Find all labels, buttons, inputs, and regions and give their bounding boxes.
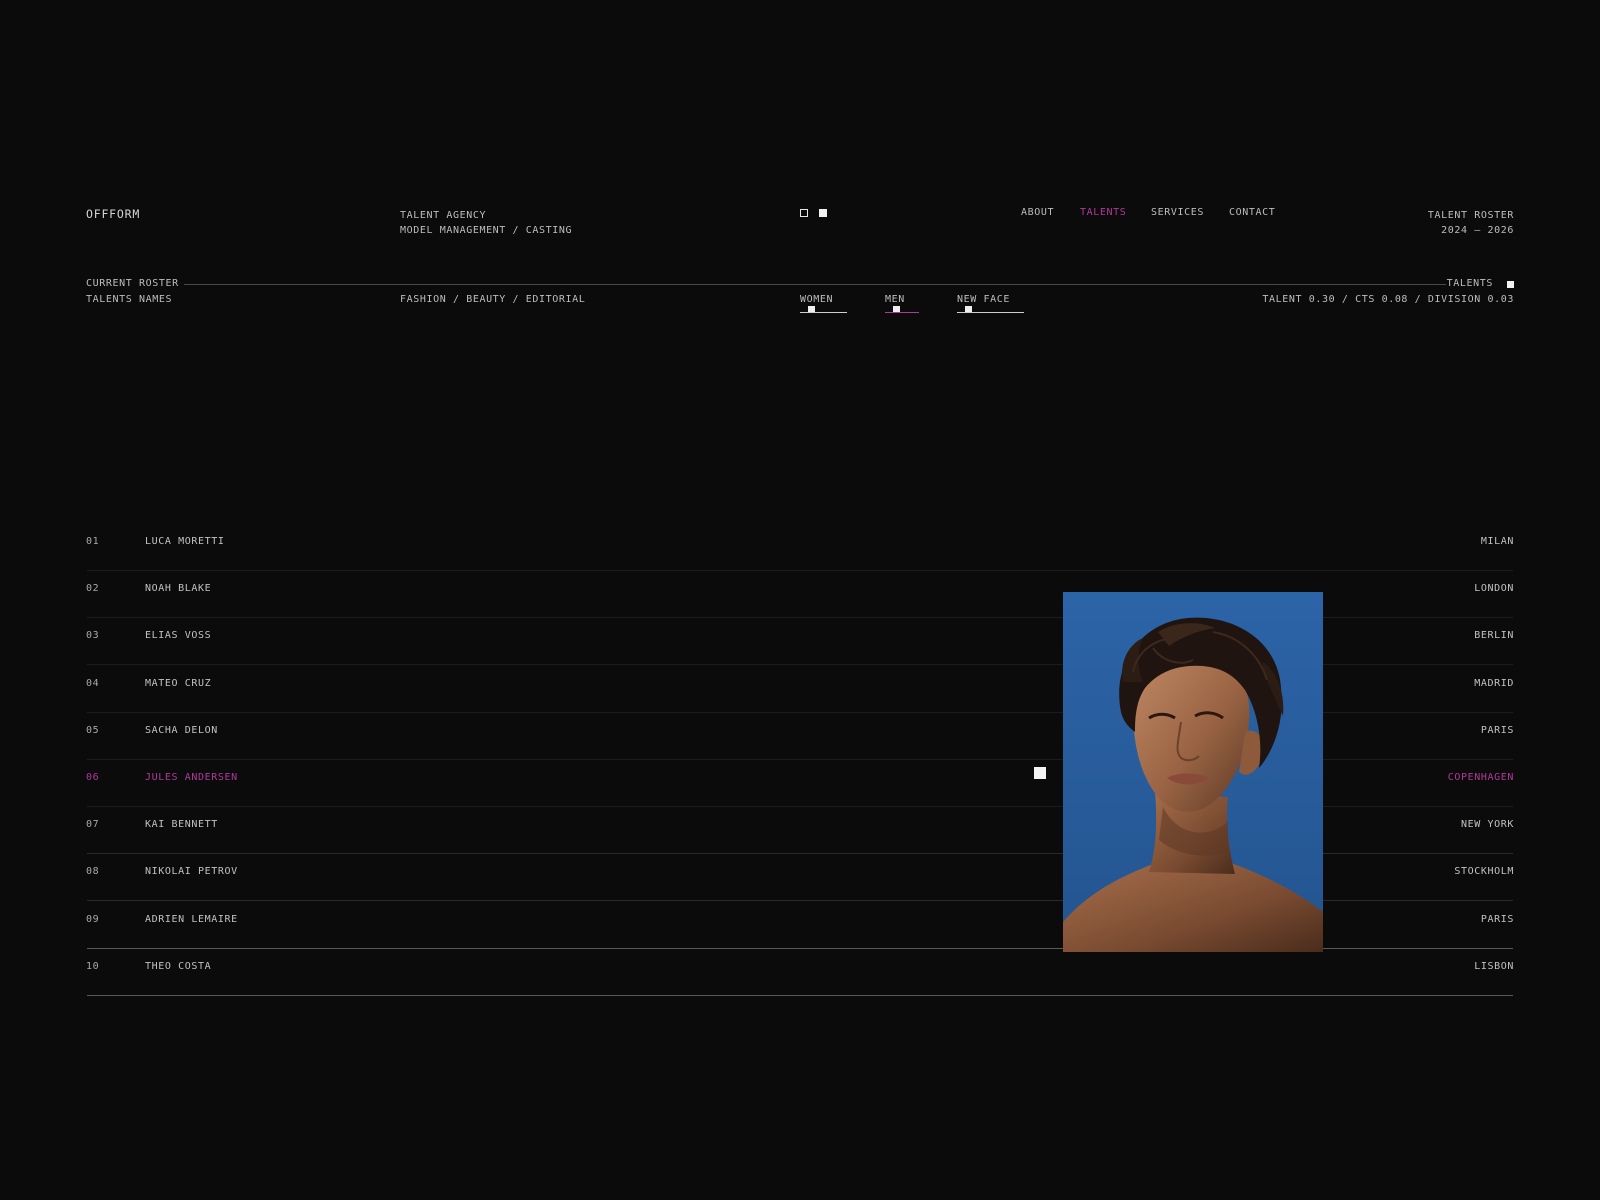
talent-number: 08 (86, 866, 100, 877)
talent-number: 07 (86, 819, 100, 830)
talent-number: 04 (86, 678, 100, 689)
talent-number: 06 (86, 772, 100, 783)
filter-men[interactable]: MEN (885, 294, 919, 314)
talents-tag: TALENTS (1446, 278, 1493, 289)
talent-city: NEW YORK (1461, 819, 1514, 830)
talent-number: 10 (86, 961, 100, 972)
talent-row[interactable]: 01 LUCA MORETTI MILAN (86, 524, 1514, 571)
talent-name: LUCA MORETTI (145, 536, 225, 547)
filter-new-face[interactable]: NEW FACE (957, 294, 1024, 314)
talent-name: NIKOLAI PETROV (145, 866, 238, 877)
nav-about[interactable]: ABOUT (1021, 207, 1054, 218)
talent-city: MILAN (1480, 536, 1514, 547)
filter-new-face-underline (957, 312, 1024, 313)
agency-line-1: TALENT AGENCY (400, 210, 487, 221)
filter-new-face-label: NEW FACE (957, 294, 1010, 305)
talent-city: LISBON (1474, 961, 1514, 972)
roster-title: TALENT ROSTER (1427, 210, 1514, 221)
roster-stats: TALENT 0.30 / CTS 0.08 / DIVISION 0.03 (1262, 294, 1514, 305)
talent-name: NOAH BLAKE (145, 583, 212, 594)
filter-women[interactable]: WOMEN (800, 294, 847, 314)
roster-years: 2024 — 2026 (1441, 225, 1514, 236)
talent-city: LONDON (1474, 583, 1514, 594)
talent-name: MATEO CRUZ (145, 678, 212, 689)
talents-names-label: TALENTS NAMES (86, 294, 173, 305)
agency-line-2: MODEL MANAGEMENT / CASTING (400, 225, 573, 236)
categories-label: FASHION / BEAUTY / EDITORIAL (400, 294, 586, 305)
talent-name: JULES ANDERSEN (145, 772, 238, 783)
talent-number: 05 (86, 725, 100, 736)
talent-name: KAI BENNETT (145, 819, 218, 830)
talent-number: 09 (86, 914, 100, 925)
talents-square-icon (1507, 281, 1514, 288)
agency-tagline: TALENT AGENCY MODEL MANAGEMENT / CASTING (400, 208, 572, 238)
talent-name: SACHA DELON (145, 725, 218, 736)
row-divider (87, 995, 1513, 996)
brand-logo[interactable]: OFFFORM (86, 207, 140, 221)
filter-men-underline (885, 312, 919, 313)
roster-period: TALENT ROSTER 2024 — 2026 (1428, 208, 1514, 238)
portrait-illustration (1063, 592, 1323, 952)
talent-name: ELIAS VOSS (145, 630, 212, 641)
talent-name: THEO COSTA (145, 961, 212, 972)
talent-city: PARIS (1480, 914, 1514, 925)
talent-city: STOCKHOLM (1454, 866, 1514, 877)
selected-row-marker-icon (1034, 767, 1046, 779)
view-toggle-filled-icon[interactable] (819, 209, 827, 217)
current-roster-label: CURRENT ROSTER (86, 278, 179, 289)
filter-women-label: WOMEN (800, 294, 834, 305)
nav-contact[interactable]: CONTACT (1229, 207, 1275, 218)
talent-city: BERLIN (1474, 630, 1514, 641)
talent-portrait-preview[interactable] (1063, 592, 1323, 952)
talent-city: PARIS (1480, 725, 1514, 736)
talent-number: 03 (86, 630, 100, 641)
talent-row[interactable]: 10 THEO COSTA LISBON (86, 949, 1514, 996)
divider-rule (184, 284, 1446, 285)
filter-men-label: MEN (885, 294, 905, 305)
talent-number: 02 (86, 583, 100, 594)
nav-talents[interactable]: TALENTS (1080, 207, 1126, 218)
talent-name: ADRIEN LEMAIRE (145, 914, 238, 925)
nav-services[interactable]: SERVICES (1151, 207, 1204, 218)
filter-women-underline (800, 312, 847, 313)
talent-city: MADRID (1474, 678, 1514, 689)
talent-number: 01 (86, 536, 100, 547)
talent-city: COPENHAGEN (1447, 772, 1514, 783)
view-toggle-outline-icon[interactable] (800, 209, 808, 217)
